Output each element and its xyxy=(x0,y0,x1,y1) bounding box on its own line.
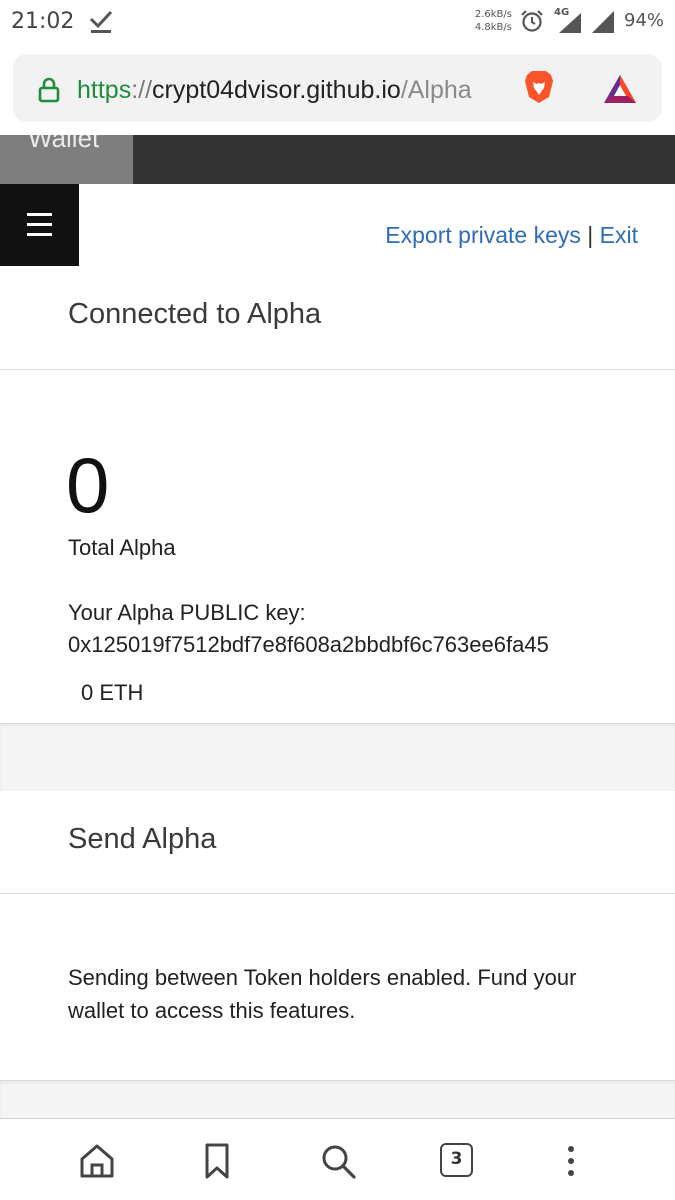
url-separator: :// xyxy=(131,76,153,104)
balance-label: Total Alpha xyxy=(68,535,176,560)
menu-button[interactable] xyxy=(0,184,79,266)
menu-line xyxy=(27,233,52,236)
wallet-tab-label: Wallet xyxy=(28,135,100,153)
url-host: crypt04dvisor.github.io xyxy=(152,76,401,104)
section-gap xyxy=(0,723,675,791)
connected-title: Connected to Alpha xyxy=(68,298,322,330)
battery-level: 94% xyxy=(624,10,665,31)
brave-shields-icon[interactable] xyxy=(523,69,555,105)
balance-amount: 0 xyxy=(66,441,110,529)
home-icon[interactable] xyxy=(77,1141,117,1181)
lock-icon xyxy=(38,77,60,103)
signal-icon xyxy=(592,11,614,33)
app-header: Wallet xyxy=(0,135,675,184)
menu-line xyxy=(27,213,52,216)
net-up: 2.6kB/s xyxy=(474,9,512,20)
address-bar[interactable]: https://crypt04dvisor.github.io/Alpha xyxy=(13,54,662,122)
more-options-icon[interactable] xyxy=(551,1141,591,1181)
divider xyxy=(0,893,675,894)
bat-rewards-icon[interactable] xyxy=(603,74,637,104)
alarm-icon xyxy=(521,10,543,32)
status-time: 21:02 xyxy=(11,9,75,34)
download-done-icon xyxy=(89,10,113,33)
network-speed: 2.6kB/s 4.8kB/s xyxy=(472,8,512,34)
account-links: Export private keys | Exit xyxy=(385,222,638,249)
bookmark-icon[interactable] xyxy=(197,1141,237,1181)
send-message: Sending between Token holders enabled. F… xyxy=(68,965,577,1023)
url-text[interactable]: https://crypt04dvisor.github.io/Alpha xyxy=(77,75,501,105)
public-key-label: Your Alpha PUBLIC key: xyxy=(68,600,306,625)
eth-balance: 0 ETH xyxy=(81,680,144,705)
link-separator: | xyxy=(587,222,594,248)
status-bar: 21:02 2.6kB/s 4.8kB/s 4G 94% xyxy=(0,0,675,44)
browser-bottom-nav: 3 xyxy=(0,1118,675,1200)
wallet-tab[interactable]: Wallet xyxy=(0,135,133,184)
network-type: 4G xyxy=(554,7,570,18)
divider xyxy=(0,369,675,370)
url-scheme: https xyxy=(77,76,132,104)
url-path: /Alpha xyxy=(400,76,472,104)
net-down: 4.8kB/s xyxy=(474,22,512,33)
tabs-button[interactable]: 3 xyxy=(440,1143,473,1177)
section-gap xyxy=(0,1080,675,1120)
export-private-keys-link[interactable]: Export private keys xyxy=(385,222,581,248)
menu-line xyxy=(27,223,52,226)
public-key-value: 0x125019f7512bdf7e8f608a2bbdbf6c763ee6fa… xyxy=(68,632,549,657)
search-icon[interactable] xyxy=(318,1141,358,1181)
exit-link[interactable]: Exit xyxy=(600,222,638,248)
send-title: Send Alpha xyxy=(68,823,217,855)
